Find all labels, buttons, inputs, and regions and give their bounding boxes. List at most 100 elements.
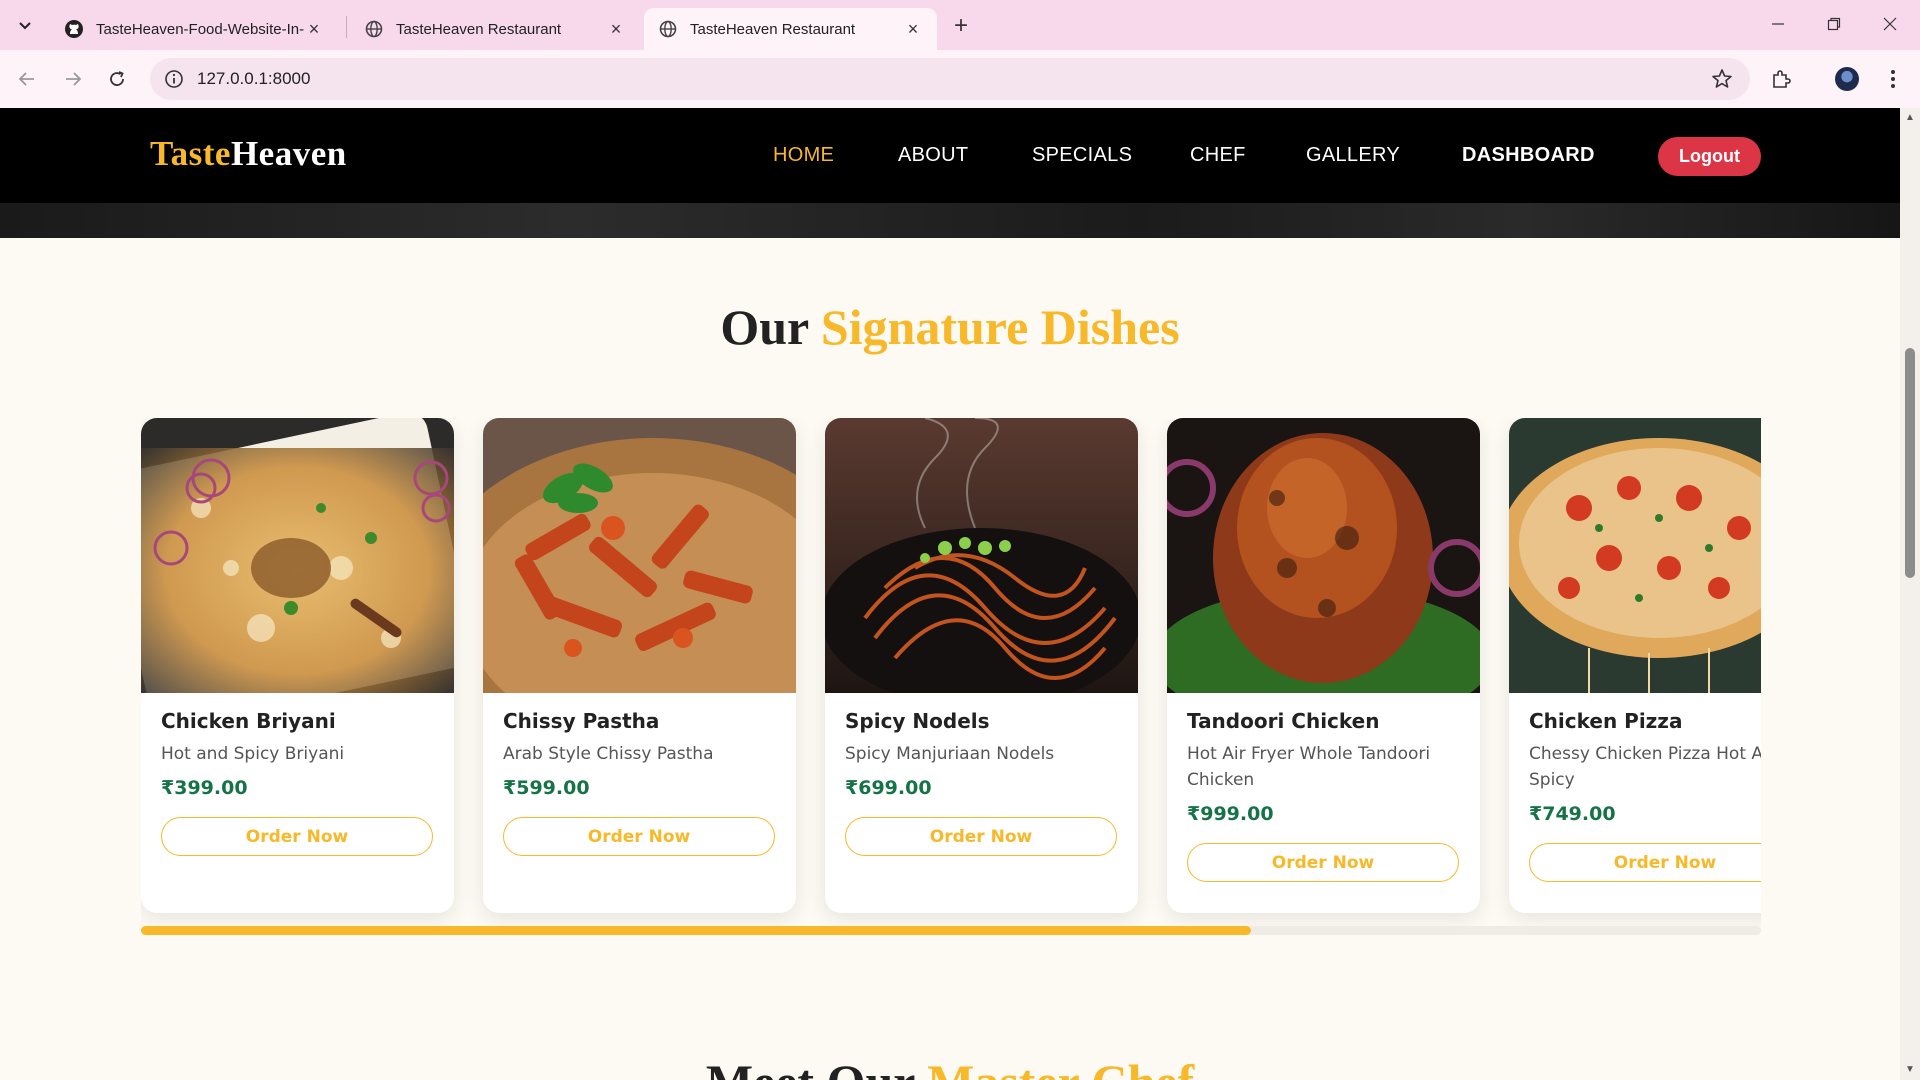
order-now-button[interactable]: Order Now <box>1529 843 1761 882</box>
more-vert-icon <box>1891 70 1895 88</box>
dish-card-body: Tandoori Chicken Hot Air Fryer Whole Tan… <box>1187 709 1467 882</box>
order-now-button[interactable]: Order Now <box>845 817 1117 856</box>
close-icon[interactable]: × <box>304 19 324 39</box>
tab-restaurant-active[interactable]: TasteHeaven Restaurant × <box>644 8 937 50</box>
extensions-button[interactable] <box>1766 64 1796 94</box>
logo-part-taste: Taste <box>150 134 231 173</box>
forward-button[interactable] <box>58 64 88 94</box>
puzzle-icon <box>1773 70 1791 88</box>
avatar <box>1835 67 1859 91</box>
dish-image <box>1509 418 1761 693</box>
nav-specials[interactable]: SPECIALS <box>1032 144 1132 167</box>
logo-part-heaven: Heaven <box>230 134 347 173</box>
browser-tab-bar: TasteHeaven-Food-Website-In-I × TasteHea… <box>0 0 1920 50</box>
dish-card-body: Chicken Pizza Chessy Chicken Pizza Hot A… <box>1529 709 1761 882</box>
dish-price: ₹399.00 <box>161 777 248 799</box>
site-logo[interactable]: TasteHeaven <box>150 134 347 174</box>
nav-home[interactable]: HOME <box>773 144 834 167</box>
nav-dashboard[interactable]: DASHBOARD <box>1462 144 1595 167</box>
scroll-down-icon[interactable]: ▼ <box>1904 1064 1916 1076</box>
dish-card-body: Chicken Briyani Hot and Spicy Briyani ₹3… <box>161 709 441 856</box>
dish-card: Chissy Pastha Arab Style Chissy Pastha ₹… <box>483 418 796 913</box>
title-plain: Meet Our <box>706 1054 915 1080</box>
minimize-button[interactable] <box>1758 8 1798 40</box>
dish-name: Chicken Briyani <box>161 709 336 733</box>
carousel-scroll-thumb[interactable] <box>141 926 1251 935</box>
page-scrollbar[interactable]: ▲ ▼ <box>1900 108 1920 1080</box>
close-window-button[interactable] <box>1870 8 1910 40</box>
dish-name: Chissy Pastha <box>503 709 660 733</box>
dish-image <box>1167 418 1480 693</box>
title-accent: Master Chef <box>927 1054 1194 1080</box>
browser-toolbar: 127.0.0.1:8000 <box>0 50 1920 108</box>
tab-restaurant-1[interactable]: TasteHeaven Restaurant × <box>350 8 640 50</box>
signature-dishes-title: Our Signature Dishes <box>0 298 1900 356</box>
dish-description: Hot Air Fryer Whole Tandoori Chicken <box>1187 744 1431 790</box>
close-icon[interactable]: × <box>903 19 923 39</box>
dish-card: Chicken Briyani Hot and Spicy Briyani ₹3… <box>141 418 454 913</box>
master-chef-title: Meet Our Master Chef <box>0 1053 1900 1080</box>
dish-description: Spicy Manjuriaan Nodels <box>845 744 1055 764</box>
dish-card-body: Spicy Nodels Spicy Manjuriaan Nodels ₹69… <box>845 709 1125 856</box>
dish-price: ₹699.00 <box>845 777 932 799</box>
dish-name: Spicy Nodels <box>845 709 990 733</box>
tab-title: TasteHeaven-Food-Website-In-I <box>96 20 304 38</box>
close-icon[interactable]: × <box>606 19 626 39</box>
dish-description: Hot and Spicy Briyani <box>161 744 345 764</box>
dish-image <box>825 418 1138 693</box>
dish-description: Arab Style Chissy Pastha <box>503 744 714 764</box>
scroll-up-icon[interactable]: ▲ <box>1904 112 1916 124</box>
dish-card: Spicy Nodels Spicy Manjuriaan Nodels ₹69… <box>825 418 1138 913</box>
site-info-icon[interactable] <box>164 69 184 89</box>
restore-icon <box>1827 17 1841 31</box>
dish-price: ₹749.00 <box>1529 803 1616 825</box>
back-button[interactable] <box>12 64 42 94</box>
address-bar[interactable]: 127.0.0.1:8000 <box>150 58 1750 100</box>
url-text: 127.0.0.1:8000 <box>197 69 311 88</box>
carousel-scrollbar[interactable] <box>141 926 1761 935</box>
dishes-carousel[interactable]: Chicken Briyani Hot and Spicy Briyani ₹3… <box>141 418 1761 966</box>
arrow-right-icon <box>66 72 82 86</box>
close-icon <box>1883 17 1897 31</box>
tab-separator <box>346 16 347 38</box>
site-navbar: TasteHeaven HOME ABOUT SPECIALS CHEF GAL… <box>0 108 1900 203</box>
dish-name: Tandoori Chicken <box>1187 709 1380 733</box>
chevron-down-icon <box>19 22 31 30</box>
dish-image <box>483 418 796 693</box>
new-tab-button[interactable]: + <box>947 12 975 40</box>
order-now-button[interactable]: Order Now <box>503 817 775 856</box>
order-now-button[interactable]: Order Now <box>161 817 433 856</box>
github-icon <box>64 19 84 39</box>
web-page: TasteHeaven HOME ABOUT SPECIALS CHEF GAL… <box>0 108 1900 1080</box>
nav-chef[interactable]: CHEF <box>1190 144 1246 167</box>
title-accent: Signature Dishes <box>820 299 1180 355</box>
minimize-icon <box>1772 23 1784 25</box>
tab-list-button[interactable] <box>12 12 38 38</box>
logout-button[interactable]: Logout <box>1658 137 1761 176</box>
browser-menu-button[interactable] <box>1878 64 1908 94</box>
title-plain: Our <box>720 299 809 355</box>
restore-button[interactable] <box>1814 8 1854 40</box>
dish-card: Chicken Pizza Chessy Chicken Pizza Hot A… <box>1509 418 1761 913</box>
dish-card: Tandoori Chicken Hot Air Fryer Whole Tan… <box>1167 418 1480 913</box>
dish-description: Chessy Chicken Pizza Hot And Spicy <box>1529 744 1761 790</box>
profile-button[interactable] <box>1832 64 1862 94</box>
dish-name: Chicken Pizza <box>1529 709 1683 733</box>
dish-image <box>141 418 454 693</box>
dish-price: ₹999.00 <box>1187 803 1274 825</box>
page-scroll-thumb[interactable] <box>1905 348 1915 578</box>
plus-icon: + <box>953 12 968 39</box>
nav-gallery[interactable]: GALLERY <box>1306 144 1400 167</box>
globe-icon <box>364 19 384 39</box>
star-icon[interactable] <box>1710 67 1734 91</box>
tab-title: TasteHeaven Restaurant <box>690 20 856 38</box>
dish-price: ₹599.00 <box>503 777 590 799</box>
dish-card-body: Chissy Pastha Arab Style Chissy Pastha ₹… <box>503 709 783 856</box>
reload-button[interactable] <box>102 64 132 94</box>
nav-about[interactable]: ABOUT <box>898 144 968 167</box>
arrow-left-icon <box>18 72 34 86</box>
globe-icon <box>658 19 678 39</box>
reload-icon <box>110 71 124 86</box>
order-now-button[interactable]: Order Now <box>1187 843 1459 882</box>
tab-github[interactable]: TasteHeaven-Food-Website-In-I × <box>50 8 338 50</box>
